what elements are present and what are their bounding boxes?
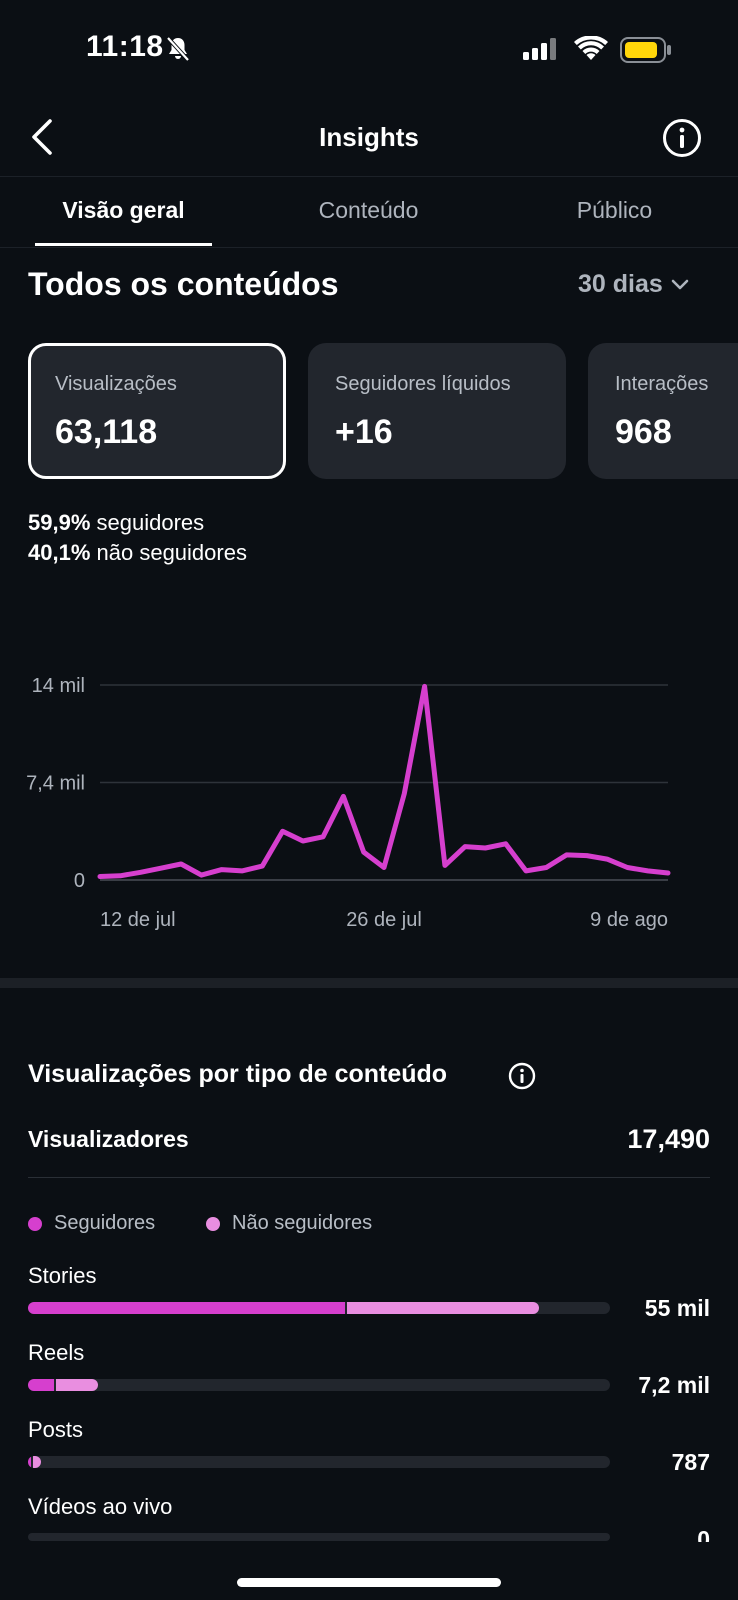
bar-non-followers-segment <box>56 1379 98 1391</box>
date-range-selector[interactable]: 30 dias <box>578 270 689 299</box>
row-label-posts: Posts <box>28 1417 84 1442</box>
info-icon[interactable] <box>508 1062 536 1090</box>
followers-label: seguidores <box>96 510 205 535</box>
bar-followers-segment <box>28 1379 54 1391</box>
legend-dot <box>28 1216 42 1231</box>
x-tick-label: 9 de ago <box>590 909 668 931</box>
viewers-label: Visualizadores <box>28 1126 189 1152</box>
y-tick-label: 14 mil <box>32 675 85 697</box>
tab-audience[interactable]: Público <box>526 197 703 224</box>
legend-dot <box>206 1216 220 1231</box>
active-tab-indicator <box>35 243 212 246</box>
wifi-icon <box>574 36 608 60</box>
chevron-down-icon <box>671 279 689 289</box>
bar-posts <box>28 1456 610 1468</box>
bar-stories <box>28 1302 610 1314</box>
legend-label: Seguidores <box>54 1212 156 1234</box>
bar-non-followers-segment <box>347 1302 539 1314</box>
bar-reels <box>28 1379 610 1391</box>
row-value-posts: 787 <box>671 1449 710 1475</box>
bell-muted-icon <box>166 36 190 62</box>
legend-non-followers: Não seguidores <box>206 1212 372 1235</box>
row-value-reels: 7,2 mil <box>638 1372 710 1398</box>
bar-followers-segment <box>28 1456 31 1468</box>
metric-label: Seguidores líquidos <box>335 373 511 395</box>
status-time: 11:18 <box>86 30 164 63</box>
tab-content[interactable]: Conteúdo <box>280 197 457 224</box>
views-line-chart: 14 mil 7,4 mil 0 12 de jul 26 de jul 9 de ag… <box>26 675 671 931</box>
followers-pct: 59,9% <box>28 510 91 535</box>
non-followers-pct: 40,1% <box>28 540 91 565</box>
metric-card-net-followers[interactable]: Seguidores líquidos +16 <box>308 343 566 479</box>
row-label-stories: Stories <box>28 1263 97 1288</box>
x-tick-label: 12 de jul <box>100 909 176 931</box>
row-value-live-videos: 0 <box>697 1526 710 1542</box>
by-type-title: Visualizações por tipo de conteúdo <box>28 1060 448 1088</box>
legend-followers: Seguidores <box>28 1212 155 1235</box>
tab-overview[interactable]: Visão geral <box>35 197 212 224</box>
section-title: Todos os conteúdos <box>28 266 339 302</box>
metric-value: 968 <box>615 413 672 451</box>
followers-split: 59,9% seguidores <box>28 510 204 536</box>
non-followers-label: não seguidores <box>96 540 247 565</box>
date-range-label: 30 dias <box>578 270 663 298</box>
y-tick-label: 7,4 mil <box>26 773 85 795</box>
bar-live-videos <box>28 1533 610 1541</box>
info-icon[interactable] <box>662 118 702 158</box>
cellular-signal-icon <box>523 38 556 60</box>
metric-value: 63,118 <box>55 413 158 451</box>
home-indicator <box>237 1578 501 1587</box>
row-label-live-videos: Vídeos ao vivo <box>28 1494 173 1519</box>
metric-card-views[interactable]: Visualizações 63,118 <box>28 343 286 479</box>
metric-label: Interações <box>615 373 709 395</box>
battery-icon <box>620 37 671 63</box>
metric-value: +16 <box>335 413 393 451</box>
bar-followers-segment <box>28 1302 345 1314</box>
divider-line <box>28 1177 710 1178</box>
row-label-reels: Reels <box>28 1340 85 1365</box>
viewers-value: 17,490 <box>627 1124 710 1154</box>
views-series-line <box>97 683 671 879</box>
tab-bar: Visão geral Conteúdo Público <box>0 176 738 248</box>
legend-label: Não seguidores <box>232 1212 373 1234</box>
x-tick-label: 26 de jul <box>346 909 422 931</box>
metric-label: Visualizações <box>55 373 177 395</box>
row-value-stories: 55 mil <box>644 1295 710 1321</box>
y-tick-label: 0 <box>74 870 85 892</box>
non-followers-split: 40,1% não seguidores <box>28 540 247 566</box>
bar-non-followers-segment <box>33 1456 41 1468</box>
metric-card-interactions[interactable]: Interações 968 <box>588 343 738 479</box>
page-title: Insights <box>319 122 419 152</box>
section-divider <box>0 978 738 988</box>
